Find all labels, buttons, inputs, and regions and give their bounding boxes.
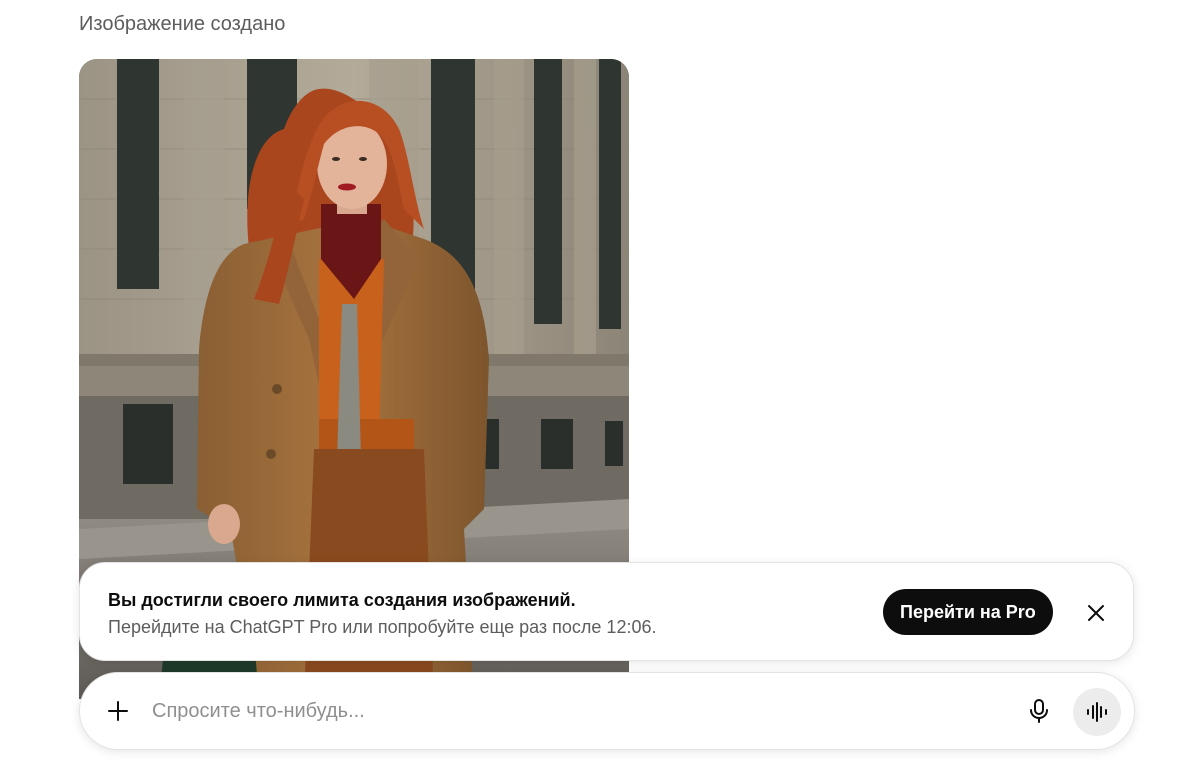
dictate-button[interactable]: [1024, 696, 1054, 726]
prompt-input[interactable]: [152, 695, 992, 727]
image-limit-banner: Вы достигли своего лимита создания изобр…: [79, 562, 1134, 661]
attach-button[interactable]: [102, 695, 134, 727]
voice-mode-icon: [1087, 702, 1107, 722]
upgrade-to-pro-button[interactable]: Перейти на Pro: [883, 589, 1053, 635]
plus-icon: [108, 701, 128, 721]
chat-page: Изображение создано Вы достигли своего л…: [0, 0, 1189, 763]
image-status-label: Изображение создано: [79, 13, 286, 35]
microphone-icon: [1030, 699, 1048, 723]
message-composer: [79, 672, 1135, 750]
limit-banner-title: Вы достигли своего лимита создания изобр…: [108, 590, 576, 610]
limit-banner-subtitle: Перейдите на ChatGPT Pro или попробуйте …: [108, 617, 657, 637]
close-banner-button[interactable]: [1079, 596, 1113, 630]
close-icon: [1088, 605, 1104, 621]
voice-mode-button[interactable]: [1073, 688, 1121, 736]
